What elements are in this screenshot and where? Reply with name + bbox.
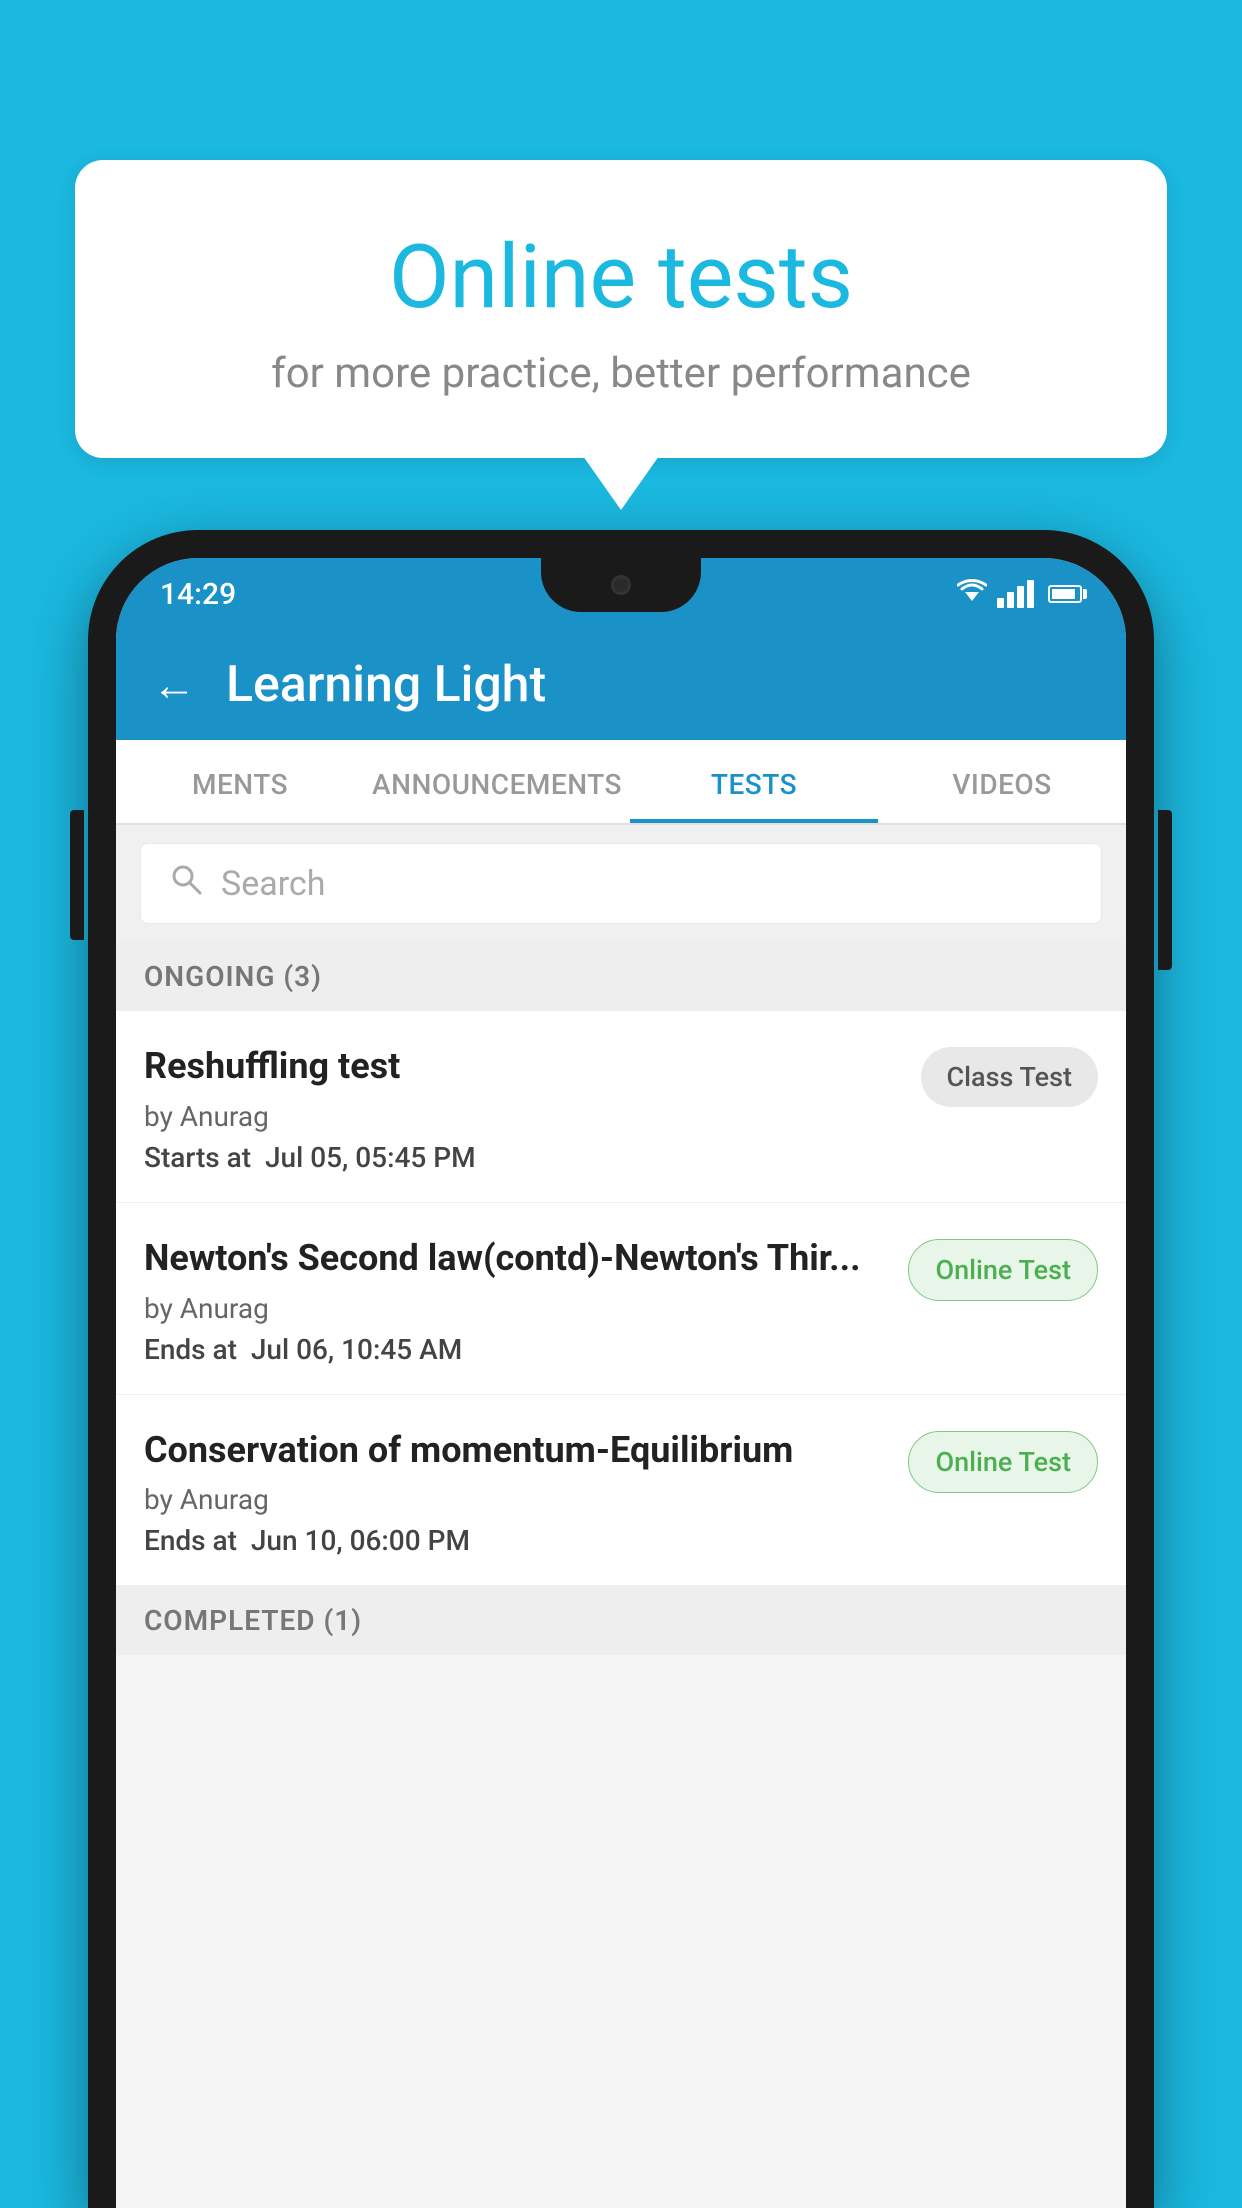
- camera: [611, 575, 631, 595]
- test-title: Reshuffling test: [144, 1043, 901, 1090]
- wifi-icon: [957, 579, 987, 609]
- bubble-subtitle: for more practice, better performance: [135, 349, 1107, 398]
- class-test-badge: Class Test: [921, 1047, 1099, 1107]
- promo-bubble: Online tests for more practice, better p…: [75, 160, 1167, 458]
- status-time: 14:29: [160, 577, 236, 612]
- phone-frame: 14:29: [88, 530, 1154, 2208]
- online-test-badge: Online Test: [908, 1239, 1098, 1301]
- test-info: Newton's Second law(contd)-Newton's Thir…: [144, 1235, 908, 1366]
- speech-bubble: Online tests for more practice, better p…: [75, 160, 1167, 458]
- test-author: by Anurag: [144, 1483, 888, 1516]
- search-container: Search: [116, 825, 1126, 942]
- tests-list: Reshuffling test by Anurag Starts at Jul…: [116, 1011, 1126, 1586]
- tab-ments[interactable]: MENTS: [116, 740, 364, 823]
- battery-icon: [1048, 585, 1082, 603]
- search-placeholder: Search: [221, 864, 325, 904]
- completed-section-title: COMPLETED (1): [144, 1604, 1098, 1637]
- online-test-badge: Online Test: [908, 1431, 1098, 1493]
- status-bar: 14:29: [116, 558, 1126, 630]
- completed-section-header: COMPLETED (1): [116, 1586, 1126, 1655]
- tab-tests[interactable]: TESTS: [630, 740, 878, 823]
- tab-videos[interactable]: VIDEOS: [878, 740, 1126, 823]
- test-title: Newton's Second law(contd)-Newton's Thir…: [144, 1235, 888, 1282]
- test-item[interactable]: Reshuffling test by Anurag Starts at Jul…: [116, 1011, 1126, 1203]
- signal-icon: [997, 580, 1034, 608]
- app-bar: ← Learning Light: [116, 630, 1126, 740]
- test-date: Starts at Jul 05, 05:45 PM: [144, 1141, 901, 1174]
- test-item[interactable]: Newton's Second law(contd)-Newton's Thir…: [116, 1203, 1126, 1395]
- test-date: Ends at Jun 10, 06:00 PM: [144, 1524, 888, 1557]
- search-icon: [169, 862, 203, 905]
- tab-announcements[interactable]: ANNOUNCEMENTS: [364, 740, 630, 823]
- status-icons: [957, 579, 1082, 609]
- test-date: Ends at Jul 06, 10:45 AM: [144, 1333, 888, 1366]
- test-info: Conservation of momentum-Equilibrium by …: [144, 1427, 908, 1558]
- search-bar[interactable]: Search: [140, 843, 1102, 924]
- notch: [541, 558, 701, 612]
- test-author: by Anurag: [144, 1292, 888, 1325]
- back-button[interactable]: ←: [152, 659, 196, 711]
- app-title: Learning Light: [226, 656, 546, 714]
- ongoing-section-header: ONGOING (3): [116, 942, 1126, 1011]
- test-info: Reshuffling test by Anurag Starts at Jul…: [144, 1043, 921, 1174]
- phone-screen: 14:29: [116, 558, 1126, 2208]
- ongoing-section-title: ONGOING (3): [144, 960, 1098, 993]
- bubble-title: Online tests: [135, 230, 1107, 327]
- test-author: by Anurag: [144, 1100, 901, 1133]
- tabs-container: MENTS ANNOUNCEMENTS TESTS VIDEOS: [116, 740, 1126, 825]
- test-title: Conservation of momentum-Equilibrium: [144, 1427, 888, 1474]
- test-item[interactable]: Conservation of momentum-Equilibrium by …: [116, 1395, 1126, 1587]
